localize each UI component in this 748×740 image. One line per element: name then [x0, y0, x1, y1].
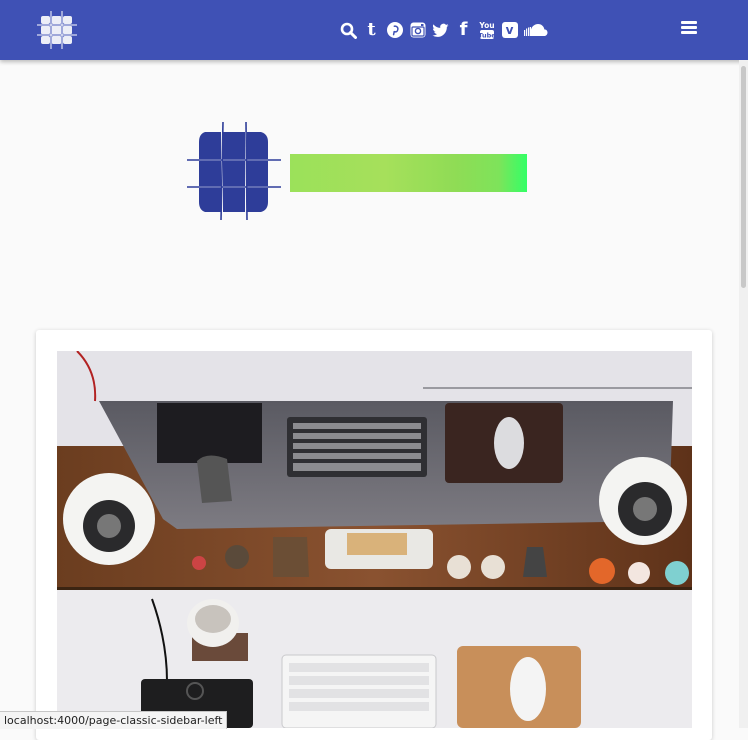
social-links: t f You Tube v: [340, 18, 548, 42]
hamburger-menu-icon[interactable]: [681, 21, 697, 35]
brand-logo-link[interactable]: [36, 10, 78, 50]
scrollbar-thumb[interactable]: [741, 66, 746, 288]
grid-logo-icon: [37, 11, 77, 49]
browser-status-url: localhost:4000/page-classic-sidebar-left: [0, 711, 228, 729]
twitter-icon[interactable]: [432, 20, 449, 40]
svg-text:You: You: [479, 21, 495, 30]
soundcloud-icon[interactable]: [524, 20, 548, 40]
youtube-icon[interactable]: You Tube: [478, 20, 495, 40]
search-icon[interactable]: [340, 20, 357, 40]
top-navbar: t f You Tube v: [0, 0, 748, 60]
grid-logo-icon: [187, 121, 281, 221]
facebook-icon[interactable]: f: [455, 20, 472, 40]
pinterest-icon[interactable]: [386, 20, 403, 40]
tumblr-icon[interactable]: t: [363, 20, 380, 40]
desk-workspace-photo[interactable]: [57, 351, 692, 728]
green-wordmark-image[interactable]: [290, 154, 527, 192]
instagram-icon[interactable]: [409, 20, 426, 40]
site-logo[interactable]: [185, 120, 281, 222]
vimeo-icon[interactable]: v: [501, 20, 518, 40]
svg-text:Tube: Tube: [479, 32, 495, 40]
